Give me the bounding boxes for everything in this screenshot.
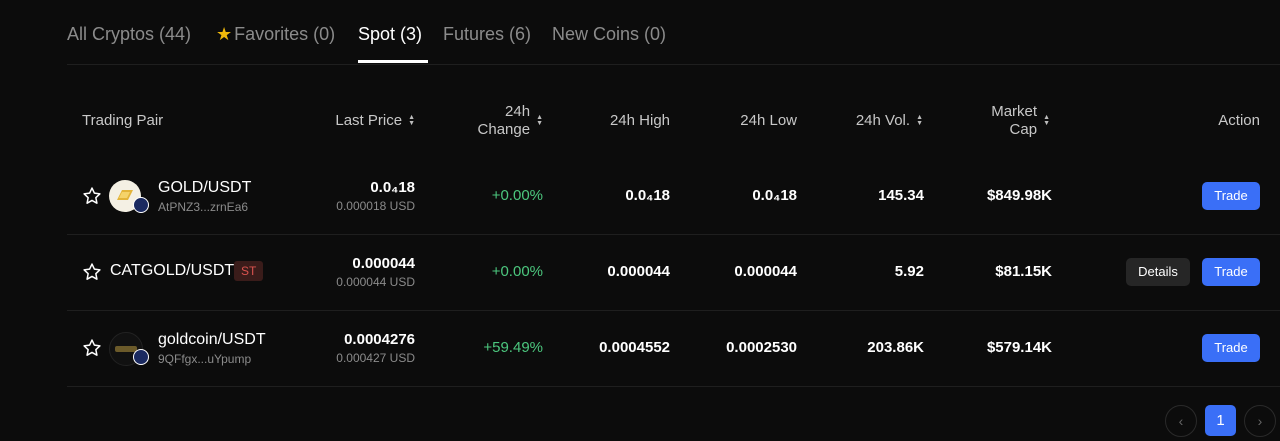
24h-change: +0.00% [491, 187, 543, 204]
header-24h-low: 24h Low [740, 112, 797, 129]
table-row: GOLD/USDT AtPNZ3...zrnEa6 0.0₄18 0.00001… [67, 158, 1280, 235]
solana-icon [133, 349, 149, 365]
table-row: CATGOLD/USDT ST 0.000044 0.000044 USD +0… [67, 234, 1280, 311]
24h-low: 0.0₄18 [752, 187, 797, 204]
market-cap: $849.98K [986, 187, 1052, 204]
header-24h-vol-label: 24h Vol. [855, 112, 911, 129]
header-market-cap-label-1: Market [991, 103, 1038, 120]
prev-page-button[interactable]: ‹ [1165, 405, 1197, 437]
pair-name[interactable]: GOLD/USDT [158, 179, 251, 197]
active-tab-indicator [358, 60, 428, 63]
tab-all-cryptos[interactable]: All Cryptos (44) [67, 24, 191, 45]
sort-icon: ▲ ▼ [408, 114, 415, 127]
24h-change: +0.00% [491, 263, 543, 280]
pair-name[interactable]: CATGOLD/USDT [110, 262, 234, 280]
last-price-usd: 0.000018 USD [336, 199, 415, 213]
page-number-button[interactable]: 1 [1205, 405, 1236, 436]
header-last-price-label: Last Price [335, 112, 403, 129]
header-24h-vol[interactable]: 24h Vol. ▲ ▼ [822, 112, 923, 130]
trade-button[interactable]: Trade [1202, 334, 1260, 362]
market-cap: $81.15K [995, 263, 1052, 280]
last-price-usd: 0.000427 USD [336, 351, 415, 365]
sort-icon: ▲ ▼ [1043, 114, 1050, 127]
24h-vol: 203.86K [867, 339, 924, 356]
tab-new-coins[interactable]: New Coins (0) [552, 24, 666, 45]
market-cap: $579.14K [986, 339, 1052, 356]
star-icon: ★ [216, 24, 233, 44]
last-price: 0.000044 [352, 255, 415, 272]
header-market-cap[interactable]: Market Cap ▲ ▼ [950, 103, 1050, 139]
24h-high: 0.0004552 [599, 339, 670, 356]
tab-spot[interactable]: Spot (3) [358, 24, 422, 45]
star-outline-icon[interactable] [82, 262, 102, 282]
last-price: 0.0₄18 [370, 179, 415, 196]
pair-name[interactable]: goldcoin/USDT [158, 331, 266, 349]
tab-futures[interactable]: Futures (6) [443, 24, 531, 45]
24h-vol: 145.34 [878, 187, 924, 204]
24h-high: 0.000044 [607, 263, 670, 280]
24h-change: +59.49% [483, 339, 543, 356]
star-outline-icon[interactable] [82, 338, 102, 358]
header-trading-pair: Trading Pair [82, 112, 164, 129]
st-badge: ST [234, 261, 264, 281]
last-price: 0.0004276 [344, 331, 415, 348]
header-24h-change-label-1: 24h [505, 103, 531, 120]
tab-favorites-label: Favorites (0) [234, 24, 336, 44]
next-page-button[interactable]: › [1244, 405, 1276, 437]
header-24h-high: 24h High [609, 112, 670, 129]
solana-icon [133, 197, 149, 213]
star-outline-icon[interactable] [82, 186, 102, 206]
24h-low: 0.0002530 [726, 339, 797, 356]
header-24h-change[interactable]: 24h Change ▲ ▼ [440, 103, 543, 139]
details-button[interactable]: Details [1126, 258, 1190, 286]
trade-button[interactable]: Trade [1202, 182, 1260, 210]
24h-high: 0.0₄18 [625, 187, 670, 204]
chevron-right-icon: › [1257, 413, 1263, 429]
24h-low: 0.000044 [734, 263, 797, 280]
market-tabs: All Cryptos (44) ★ Favorites (0) Spot (3)… [67, 0, 1280, 65]
24h-vol: 5.92 [894, 263, 924, 280]
chevron-left-icon: ‹ [1178, 413, 1184, 429]
contract-address[interactable]: AtPNZ3...zrnEa6 [158, 200, 248, 214]
header-action: Action [1218, 112, 1260, 129]
table-row: goldcoin/USDT 9QFfgx...uYpump 0.0004276 … [67, 310, 1280, 387]
contract-address[interactable]: 9QFfgx...uYpump [158, 352, 251, 366]
sort-icon: ▲ ▼ [536, 114, 543, 127]
header-market-cap-label-2: Cap [1009, 121, 1038, 138]
tab-favorites[interactable]: ★ Favorites (0) [216, 24, 335, 45]
header-24h-change-label-2: Change [477, 121, 531, 138]
last-price-usd: 0.000044 USD [336, 275, 415, 289]
sort-icon: ▲ ▼ [916, 114, 923, 127]
header-last-price[interactable]: Last Price ▲ ▼ [300, 112, 415, 130]
trade-button[interactable]: Trade [1202, 258, 1260, 286]
